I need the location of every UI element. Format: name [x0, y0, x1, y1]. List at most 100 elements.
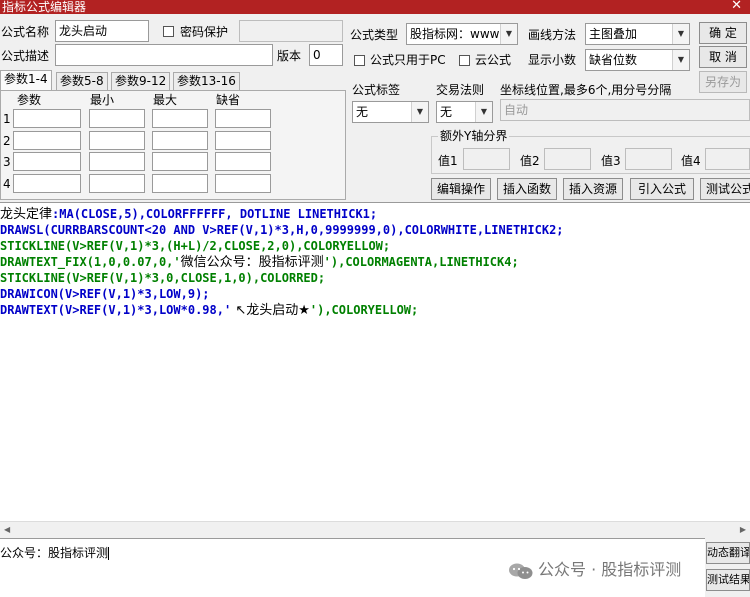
ok-button[interactable]: 确 定 [699, 22, 747, 44]
tag-select[interactable]: 无 ▼ [352, 101, 429, 123]
insert-resource-button[interactable]: 插入资源 [563, 178, 623, 200]
password-checkbox[interactable] [163, 26, 174, 37]
pc-only-checkbox[interactable] [354, 55, 365, 66]
name-label: 公式名称 [1, 25, 50, 39]
param-min-2[interactable] [89, 131, 145, 150]
type-select[interactable]: 股指标网：www ▼ [406, 23, 518, 45]
col-max: 最大 [153, 93, 178, 107]
cancel-button[interactable]: 取 消 [699, 46, 747, 68]
param-default-3[interactable] [215, 152, 271, 171]
param-name-3[interactable] [13, 152, 81, 171]
code-text: DRAWTEXT_FIX(1,0,0.07,0,' [0, 255, 181, 269]
chevron-down-icon: ▼ [672, 24, 689, 44]
param-default-1[interactable] [215, 109, 271, 128]
dynamic-translate-button[interactable]: 动态翻译 [706, 542, 750, 564]
param-name-1[interactable] [13, 109, 81, 128]
param-min-1[interactable] [89, 109, 145, 128]
version-label: 版本 [277, 49, 302, 63]
tab-params-13-16[interactable]: 参数13-16 [173, 72, 240, 90]
cloud-checkbox[interactable] [459, 55, 470, 66]
save-as-button[interactable]: 另存为 [699, 71, 747, 93]
param-max-4[interactable] [152, 174, 208, 193]
draw-value: 主图叠加 [589, 27, 638, 41]
edit-ops-button[interactable]: 编辑操作 [431, 178, 491, 200]
scroll-left-icon[interactable]: ◀ [4, 525, 10, 534]
val3-input[interactable] [625, 148, 672, 170]
col-min: 最小 [90, 93, 115, 107]
row-label: 2 [3, 134, 11, 148]
insert-function-button[interactable]: 插入函数 [497, 178, 557, 200]
name-input[interactable]: 龙头启动 [55, 20, 149, 42]
pc-only-label: 公式只用于PC [370, 53, 446, 67]
tag-label: 公式标签 [352, 83, 401, 97]
draw-label: 画线方法 [528, 28, 577, 42]
param-name-2[interactable] [13, 131, 81, 150]
output-text-value: 公众号：股指标评测 [0, 546, 109, 560]
tag-value: 无 [356, 105, 369, 119]
test-formula-button[interactable]: 测试公式 [700, 178, 750, 200]
window-titlebar: 指标公式编辑器 ✕ [0, 0, 750, 14]
param-min-3[interactable] [89, 152, 145, 171]
code-line-7: DRAWTEXT(V>REF(V,1)*3,LOW*0.98,' ↖龙头启动★'… [0, 302, 418, 319]
test-result-button[interactable]: 测试结果 [706, 569, 750, 591]
param-max-3[interactable] [152, 152, 208, 171]
param-max-2[interactable] [152, 131, 208, 150]
code-text: ↖龙头启动★ [231, 303, 310, 318]
val1-input[interactable] [463, 148, 510, 170]
col-param: 参数 [17, 93, 42, 107]
chevron-down-icon: ▼ [500, 24, 517, 44]
val4-input[interactable] [705, 148, 750, 170]
code-text: STICKLINE(V>REF(V,1)*3,(H+L)/2,CLOSE,2,0… [0, 239, 391, 253]
import-formula-button[interactable]: 引入公式 [630, 178, 694, 200]
trade-select[interactable]: 无 ▼ [436, 101, 493, 123]
type-label: 公式类型 [350, 28, 399, 42]
row-label: 4 [3, 177, 11, 191]
extra-y-label: 额外Y轴分界 [438, 128, 510, 144]
desc-label: 公式描述 [1, 49, 50, 63]
horizontal-scrollbar[interactable]: ◀ ▶ [0, 521, 750, 538]
param-min-4[interactable] [89, 174, 145, 193]
decimals-select[interactable]: 缺省位数 ▼ [585, 49, 690, 71]
row-label: 3 [3, 155, 11, 169]
val2-label: 值2 [520, 154, 540, 168]
cloud-label: 云公式 [475, 53, 512, 67]
param-name-4[interactable] [13, 174, 81, 193]
tab-params-1-4[interactable]: 参数1-4 [0, 70, 52, 91]
version-input[interactable]: 0 [309, 44, 343, 66]
param-default-4[interactable] [215, 174, 271, 193]
code-line-2: DRAWSL(CURRBARSCOUNT<20 AND V>REF(V,1)*3… [0, 222, 564, 238]
coords-label: 坐标线位置,最多6个,用分号分隔 [500, 83, 672, 97]
wechat-icon [508, 562, 534, 580]
tab-params-9-12[interactable]: 参数9-12 [111, 72, 171, 90]
code-text: DRAWSL(CURRBARSCOUNT<20 AND V>REF(V,1)*3… [0, 223, 564, 237]
output-text: 公众号：股指标评测 [0, 544, 110, 561]
param-default-2[interactable] [215, 131, 271, 150]
decimals-label: 显示小数 [528, 53, 577, 67]
code-text: '),COLORYELLOW; [309, 303, 419, 317]
param-max-1[interactable] [152, 109, 208, 128]
scroll-right-icon[interactable]: ▶ [740, 525, 746, 534]
tab-params-5-8[interactable]: 参数5-8 [56, 72, 108, 90]
code-line-1: 龙头定律:MA(CLOSE,5),COLORFFFFFF, DOTLINE LI… [0, 206, 377, 223]
val2-input[interactable] [544, 148, 591, 170]
coords-input[interactable]: 自动 [500, 99, 750, 121]
code-editor[interactable]: 龙头定律:MA(CLOSE,5),COLORFFFFFF, DOTLINE LI… [0, 202, 750, 538]
chevron-down-icon: ▼ [672, 50, 689, 70]
code-text: STICKLINE(V>REF(V,1)*3,0,CLOSE,1,0),COLO… [0, 271, 326, 285]
row-label: 1 [3, 112, 11, 126]
chevron-down-icon: ▼ [475, 102, 492, 122]
code-text: 龙头定律 [0, 207, 53, 222]
close-icon[interactable]: ✕ [731, 0, 742, 13]
code-line-5: STICKLINE(V>REF(V,1)*3,0,CLOSE,1,0),COLO… [0, 270, 325, 286]
decimals-value: 缺省位数 [589, 53, 638, 67]
val3-label: 值3 [601, 154, 621, 168]
desc-input[interactable] [55, 44, 273, 66]
trade-label: 交易法则 [436, 83, 485, 97]
params-panel: 参数 最小 最大 缺省 1 2 3 4 [0, 90, 346, 200]
code-line-6: DRAWICON(V>REF(V,1)*3,LOW,9); [0, 286, 210, 302]
val4-label: 值4 [681, 154, 701, 168]
code-text: '),COLORMAGENTA,LINETHICK4; [323, 255, 519, 269]
password-input[interactable] [239, 20, 343, 42]
watermark-text: 公众号 · 股指标评测 [538, 560, 682, 579]
draw-select[interactable]: 主图叠加 ▼ [585, 23, 690, 45]
